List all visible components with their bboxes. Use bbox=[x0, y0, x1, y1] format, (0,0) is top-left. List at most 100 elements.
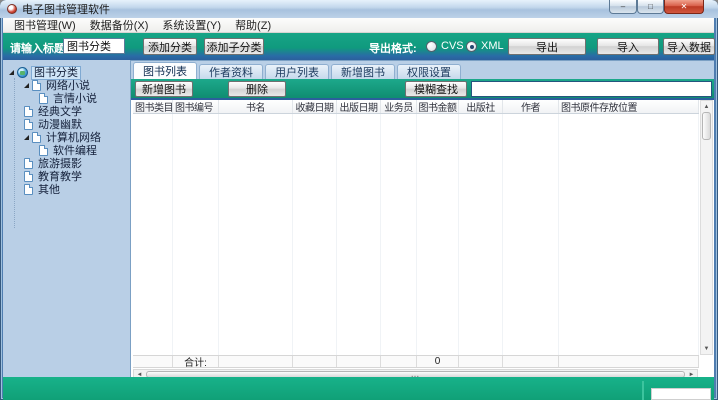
tree-item-education-teaching[interactable]: 教育教学 bbox=[3, 170, 130, 183]
column-header-book-name[interactable]: 书名 bbox=[219, 100, 293, 113]
import-button[interactable]: 导入 bbox=[597, 38, 659, 55]
menu-item-data-backup[interactable]: 数据备份(X) bbox=[83, 18, 156, 32]
table-header: 图书类目 图书编号 书名 收藏日期 出版日期 业务员 图书金额 出版社 作者 图… bbox=[133, 100, 699, 114]
window-controls: – □ ✕ bbox=[609, 0, 704, 14]
tree-item-travel-photography[interactable]: 旅游摄影 bbox=[3, 157, 130, 170]
expand-arrow-icon[interactable] bbox=[9, 70, 14, 75]
column-header-category[interactable]: 图书类目 bbox=[133, 100, 173, 113]
tab-permission-settings[interactable]: 权限设置 bbox=[397, 64, 461, 79]
maximize-icon: □ bbox=[648, 2, 653, 11]
column-header-author[interactable]: 作者 bbox=[503, 100, 559, 113]
window-title: 电子图书管理软件 bbox=[22, 1, 110, 17]
footer-cell bbox=[133, 356, 173, 367]
format-option-xml[interactable]: XML bbox=[466, 40, 504, 52]
title-input[interactable] bbox=[63, 38, 125, 54]
tree-item-label: 言情小说 bbox=[51, 93, 99, 105]
body-column bbox=[417, 114, 459, 355]
add-subcategory-button[interactable]: 添加子分类 bbox=[204, 38, 264, 55]
expand-arrow-icon[interactable] bbox=[24, 135, 29, 140]
tree-item-label: 软件编程 bbox=[51, 145, 99, 157]
footer-cell bbox=[503, 356, 559, 367]
body-column bbox=[337, 114, 381, 355]
body-column bbox=[459, 114, 503, 355]
page-icon bbox=[39, 93, 48, 104]
globe-icon bbox=[17, 67, 28, 78]
scroll-down-icon[interactable]: ▼ bbox=[702, 344, 711, 353]
footer-cell bbox=[219, 356, 293, 367]
menubar: 图书管理(W) 数据备份(X) 系统设置(Y) 帮助(Z) bbox=[3, 18, 714, 33]
tree-item-web-novel[interactable]: 网络小说 bbox=[3, 79, 130, 92]
close-icon: ✕ bbox=[681, 2, 688, 11]
column-header-publish-date[interactable]: 出版日期 bbox=[337, 100, 381, 113]
vertical-scrollbar-thumb[interactable] bbox=[702, 112, 711, 140]
tree-item-software-programming[interactable]: 软件编程 bbox=[3, 144, 130, 157]
tab-add-book[interactable]: 新增图书 bbox=[331, 64, 395, 79]
tab-author-info[interactable]: 作者资料 bbox=[199, 64, 263, 79]
delete-button[interactable]: 删除 bbox=[228, 81, 286, 97]
column-header-storage-location[interactable]: 图书原件存放位置 bbox=[559, 100, 699, 113]
body-column bbox=[293, 114, 337, 355]
page-icon bbox=[32, 132, 41, 143]
tree-item-label: 旅游摄影 bbox=[36, 158, 84, 170]
toolbar: 请输入标题: 添加分类 添加子分类 导出格式: CVS XML 导出 导入 导入… bbox=[3, 33, 714, 60]
menu-item-book-management[interactable]: 图书管理(W) bbox=[7, 18, 83, 32]
title-input-label: 请输入标题: bbox=[10, 40, 69, 56]
column-header-collect-date[interactable]: 收藏日期 bbox=[293, 100, 337, 113]
body-column bbox=[559, 114, 699, 355]
body-column bbox=[173, 114, 219, 355]
tree-item-classic-literature[interactable]: 经典文学 bbox=[3, 105, 130, 118]
tab-book-list[interactable]: 图书列表 bbox=[133, 62, 197, 79]
app-icon bbox=[7, 4, 17, 14]
bottom-status-bar bbox=[3, 377, 714, 400]
tree-item-book-category[interactable]: 图书分类 bbox=[3, 66, 130, 79]
search-input[interactable] bbox=[471, 81, 712, 97]
total-value: 0 bbox=[417, 356, 459, 367]
page-icon bbox=[24, 106, 33, 117]
import-data-button[interactable]: 导入数据 bbox=[663, 38, 715, 55]
page-icon bbox=[24, 119, 33, 130]
page-icon bbox=[24, 184, 33, 195]
total-label: 合计: bbox=[173, 356, 219, 367]
tree-item-other[interactable]: 其他 bbox=[3, 183, 130, 196]
action-bar: 新增图书 删除 模糊查找 bbox=[131, 79, 714, 100]
close-button[interactable]: ✕ bbox=[664, 0, 704, 14]
minimize-button[interactable]: – bbox=[609, 0, 637, 14]
format-option-cvs[interactable]: CVS bbox=[426, 40, 464, 52]
minimize-icon: – bbox=[621, 2, 625, 11]
table-body bbox=[133, 114, 699, 355]
menu-item-help[interactable]: 帮助(Z) bbox=[228, 18, 278, 32]
fuzzy-search-button[interactable]: 模糊查找 bbox=[405, 81, 467, 97]
tree-item-computer-network[interactable]: 计算机网络 bbox=[3, 131, 130, 144]
radio-cvs-icon bbox=[426, 41, 437, 52]
titlebar[interactable]: 电子图书管理软件 – □ ✕ bbox=[0, 0, 718, 18]
footer-cell bbox=[559, 356, 699, 367]
radio-xml-label: XML bbox=[481, 40, 504, 52]
add-book-button[interactable]: 新增图书 bbox=[135, 81, 193, 97]
scroll-up-icon[interactable]: ▲ bbox=[702, 102, 711, 111]
expand-arrow-icon[interactable] bbox=[24, 83, 29, 88]
add-category-button[interactable]: 添加分类 bbox=[143, 38, 197, 55]
column-header-book-amount[interactable]: 图书金额 bbox=[417, 100, 459, 113]
page-icon bbox=[32, 80, 41, 91]
column-header-publisher[interactable]: 出版社 bbox=[459, 100, 503, 113]
radio-xml-icon bbox=[466, 41, 477, 52]
category-tree: 图书分类 网络小说 言情小说 经典文学 动漫幽默 计算机网络 软件编程 bbox=[3, 60, 131, 377]
maximize-button[interactable]: □ bbox=[637, 0, 664, 14]
body-column bbox=[381, 114, 417, 355]
tab-user-list[interactable]: 用户列表 bbox=[265, 64, 329, 79]
page-icon bbox=[24, 171, 33, 182]
table-footer: 合计: 0 bbox=[133, 355, 699, 368]
column-header-salesperson[interactable]: 业务员 bbox=[381, 100, 417, 113]
vertical-scrollbar[interactable]: ▲ ▼ bbox=[700, 100, 713, 355]
footer-cell bbox=[337, 356, 381, 367]
menu-item-system-settings[interactable]: 系统设置(Y) bbox=[155, 18, 228, 32]
body-column bbox=[219, 114, 293, 355]
column-header-book-id[interactable]: 图书编号 bbox=[173, 100, 219, 113]
tree-item-label: 图书分类 bbox=[31, 66, 81, 80]
export-button[interactable]: 导出 bbox=[508, 38, 586, 55]
tree-item-label: 计算机网络 bbox=[44, 132, 103, 144]
tree-item-romance-novel[interactable]: 言情小说 bbox=[3, 92, 130, 105]
page-icon bbox=[24, 158, 33, 169]
tree-item-comic-humor[interactable]: 动漫幽默 bbox=[3, 118, 130, 131]
bottom-right-panel[interactable] bbox=[651, 388, 711, 400]
